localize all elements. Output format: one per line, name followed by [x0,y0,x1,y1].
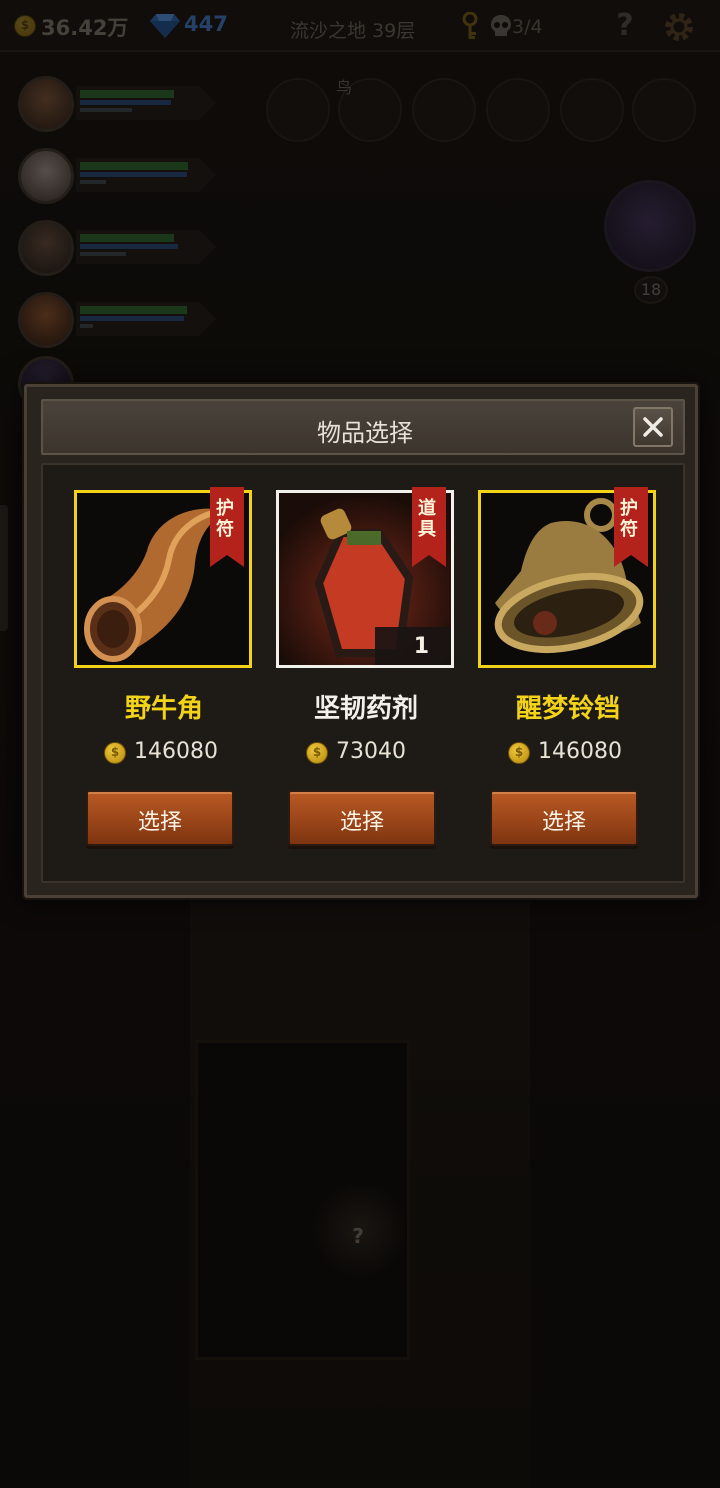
item-tag-label: 护符 [620,498,638,540]
select-button[interactable]: 选择 [490,790,638,846]
item-name: 醒梦铃铛 [515,694,620,724]
dialog-body: 护符 野牛角 146080 选择 [41,463,685,883]
close-button[interactable] [633,407,673,447]
select-button-label: 选择 [339,810,384,835]
dialog-title: 物品选择 [317,419,413,447]
item-name: 野牛角 [124,694,203,724]
close-icon [643,417,663,437]
item-count: 1 [413,634,429,659]
gold-coin-icon [508,742,530,764]
select-button-label: 选择 [137,810,182,835]
gold-coin-icon [306,742,328,764]
item-tag-label: 护符 [216,498,234,540]
item-price: 146080 [538,739,622,764]
select-button[interactable]: 选择 [86,790,234,846]
item-price: 73040 [336,739,406,764]
dialog-header: 物品选择 [41,399,685,455]
item-price: 146080 [134,739,218,764]
item-tag-label: 道具 [418,498,436,540]
item-name: 坚韧药剂 [313,694,418,724]
item-select-dialog: 物品选择 护符 野牛角 14608 [24,384,698,898]
select-button-label: 选择 [541,810,586,835]
select-button[interactable]: 选择 [288,790,436,846]
gold-coin-icon [104,742,126,764]
